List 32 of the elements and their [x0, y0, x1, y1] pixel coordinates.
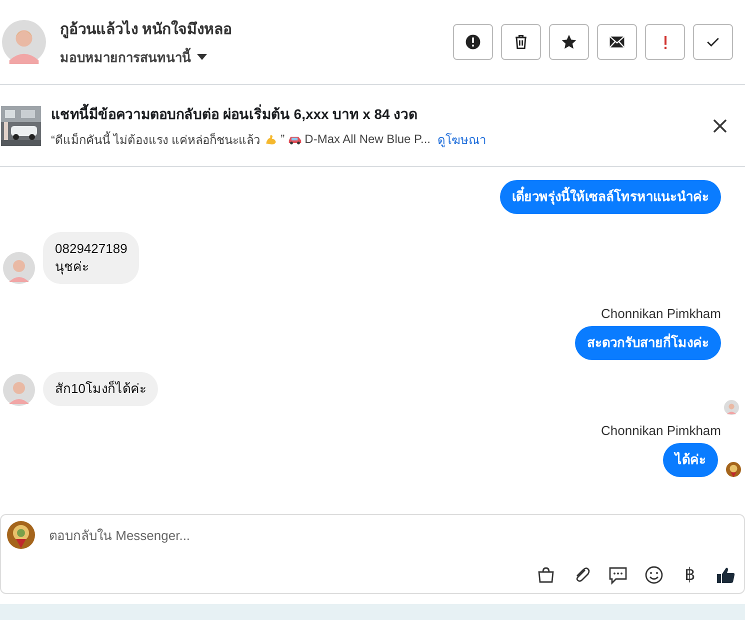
contact-avatar — [3, 374, 35, 406]
page-avatar — [7, 521, 35, 549]
star-button[interactable] — [549, 24, 589, 60]
alert-icon — [464, 33, 482, 51]
contact-avatar — [3, 252, 35, 284]
ad-quote: “ดีแม็กคันนี้ ไม่ต้องแรง แค่หล่อก็ชนะแล้ว — [51, 130, 261, 148]
star-icon — [560, 33, 578, 51]
trash-button[interactable] — [501, 24, 541, 60]
contact-avatar — [2, 19, 46, 65]
message-bubble: สัก10โมงก็ได้ค่ะ — [43, 372, 158, 406]
ad-title: แชทนี้มีข้อความตอบกลับต่อ ผ่อนเริ่มต้น 6,xxx บาท x 84 งวด — [51, 102, 419, 124]
chat-bubble-icon[interactable] — [608, 564, 628, 584]
view-ad-link[interactable]: ดูโฆษณา — [438, 130, 486, 148]
mail-button[interactable] — [597, 24, 637, 60]
flexed-arm-icon — [264, 132, 278, 146]
sender-name: Chonnikan Pimkham — [601, 423, 721, 438]
exclamation-icon — [664, 36, 666, 48]
payment-button[interactable]: ฿ — [680, 564, 700, 585]
message-bubble: เดี๋ยวพรุ่งนี้ให้เซลล์โทรหาแนะนำค่ะ — [500, 180, 721, 214]
reply-box[interactable]: ตอบกลับใน Messenger... ฿ — [0, 514, 745, 594]
ad-product: D-Max All New Blue P... — [304, 132, 430, 146]
assign-dropdown[interactable]: มอบหมายการสนทนานี้ — [60, 46, 207, 68]
caret-icon — [197, 54, 207, 60]
alert-button[interactable] — [453, 24, 493, 60]
quote-mark: ” — [280, 132, 285, 146]
message-bubble: ได้ค่ะ — [663, 443, 718, 477]
message-bubble: สะดวกรับสายกี่โมงค่ะ — [575, 326, 721, 360]
contact-name: กูอ้วนแล้วไง หนักใจมึงหลอ — [60, 19, 234, 40]
shopping-bag-icon[interactable] — [536, 564, 556, 584]
emoji-icon[interactable] — [644, 564, 664, 584]
sender-name: Chonnikan Pimkham — [601, 306, 721, 321]
message-bubble: 0829427189 นุชค่ะ — [43, 232, 140, 284]
